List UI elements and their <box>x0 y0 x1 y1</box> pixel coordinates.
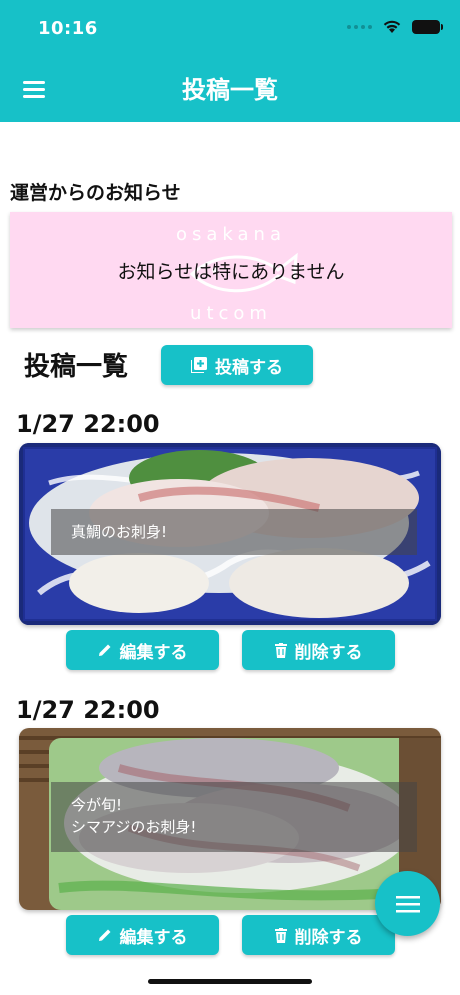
post-caption-line: 今が旬! <box>71 796 123 814</box>
home-indicator <box>148 979 312 984</box>
status-icons <box>347 19 443 34</box>
notice-text: お知らせは特にありません <box>117 260 345 283</box>
app-screen: 10:16 投稿一覧 運営からのお知らせ osakana utcom お知らせは… <box>0 0 460 995</box>
pencil-icon <box>98 928 112 942</box>
status-time: 10:16 <box>38 18 98 39</box>
notice-card: osakana utcom お知らせは特にありません <box>10 212 452 328</box>
post-caption: 真鯛のお刺身! <box>51 509 417 555</box>
post-date: 1/27 22:00 <box>16 410 160 438</box>
app-header: 10:16 投稿一覧 <box>0 0 460 122</box>
page-title: 投稿一覧 <box>182 76 278 104</box>
wifi-icon <box>383 20 401 33</box>
create-post-button[interactable]: 投稿する <box>161 345 313 385</box>
notice-heading: 運営からのお知らせ <box>10 182 181 204</box>
edit-label: 編集する <box>119 642 188 663</box>
posts-heading: 投稿一覧 <box>24 352 129 382</box>
delete-button[interactable]: 削除する <box>242 630 395 670</box>
pencil-icon <box>98 643 112 657</box>
svg-text:utcom: utcom <box>190 303 272 324</box>
battery-icon <box>412 19 443 34</box>
edit-label: 編集する <box>119 927 188 948</box>
post-image-sashimi-tai[interactable]: 真鯛のお刺身! <box>19 443 441 625</box>
post-date: 1/27 22:00 <box>16 696 160 724</box>
fab-menu-button[interactable] <box>375 871 440 936</box>
trash-icon <box>274 927 287 943</box>
edit-button[interactable]: 編集する <box>66 630 219 670</box>
post-image-sashimi-shimaaji[interactable]: 今が旬! シマアジのお刺身! <box>19 728 441 910</box>
post-caption-line: シマアジのお刺身! <box>71 818 197 836</box>
delete-label: 削除する <box>294 927 363 948</box>
trash-icon <box>274 642 287 658</box>
menu-icon <box>395 895 420 913</box>
delete-button[interactable]: 削除する <box>242 915 395 955</box>
add-box-icon <box>191 357 207 373</box>
svg-text:osakana: osakana <box>176 224 286 245</box>
delete-label: 削除する <box>294 642 363 663</box>
create-post-label: 投稿する <box>215 357 283 378</box>
edit-button[interactable]: 編集する <box>66 915 219 955</box>
post-caption: 今が旬! シマアジのお刺身! <box>51 782 417 852</box>
cellular-icon <box>347 24 372 29</box>
